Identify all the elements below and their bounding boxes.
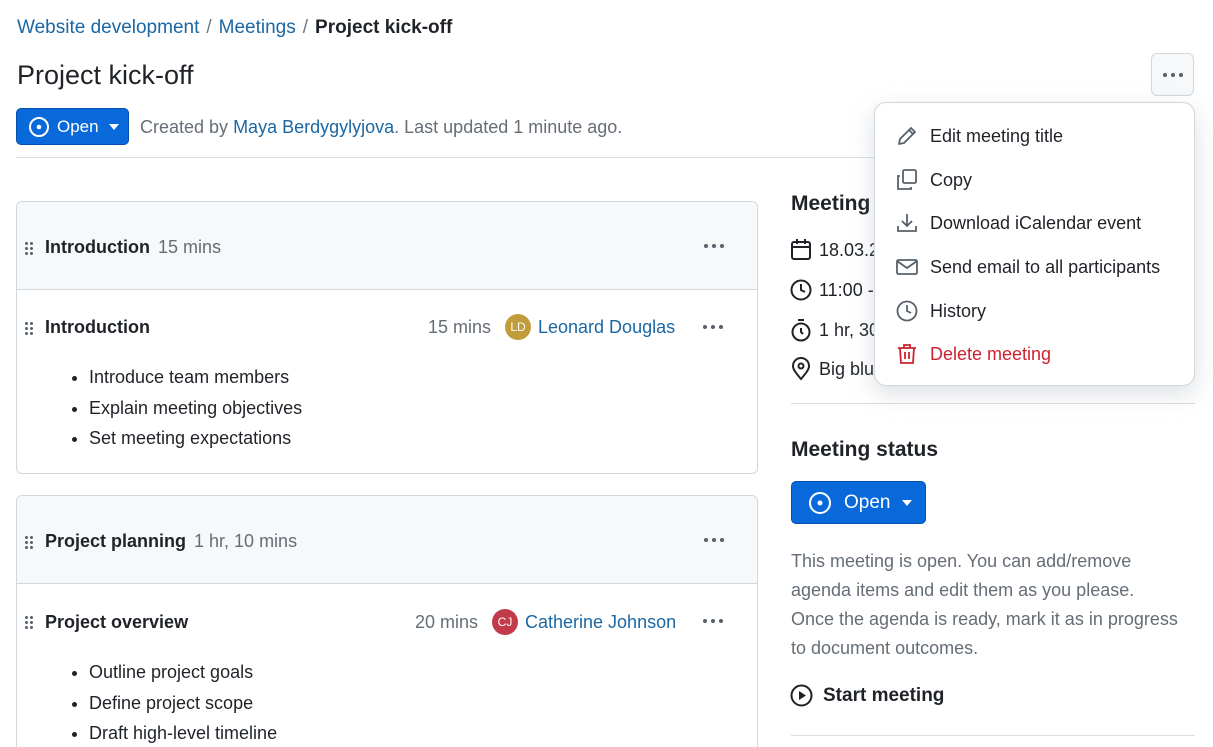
section-actions-icon[interactable] (704, 244, 724, 248)
item-actions-icon[interactable] (703, 325, 723, 329)
section-header: Introduction 15 mins (17, 202, 757, 290)
presenter-link[interactable]: Catherine Johnson (525, 612, 676, 633)
menu-item-download-ical[interactable]: Download iCalendar event (895, 211, 1141, 235)
menu-item-label: Copy (930, 169, 973, 190)
clock-icon (790, 279, 812, 301)
agenda-item: Project overview 20 mins CJ Catherine Jo… (17, 584, 757, 747)
more-actions-button[interactable] (1151, 53, 1194, 96)
menu-item-history[interactable]: History (895, 299, 986, 323)
divider (791, 403, 1195, 404)
caret-down-icon (108, 123, 119, 130)
list-item: Define project scope (89, 688, 277, 719)
stopwatch-icon (791, 319, 811, 342)
item-notes: Outline project goals Define project sco… (89, 657, 277, 747)
menu-item-label: Send email to all participants (930, 256, 1161, 277)
drag-handle-icon[interactable] (25, 242, 34, 255)
status-description: This meeting is open. You can add/remove… (791, 551, 1178, 658)
divider (791, 735, 1195, 736)
status-open-icon (809, 491, 831, 514)
menu-item-copy[interactable]: Copy (895, 168, 972, 192)
caret-down-icon (902, 499, 913, 506)
item-duration: 20 mins (415, 612, 479, 632)
avatar: LD (505, 314, 531, 340)
agenda-item: Introduction 15 mins LD Leonard Douglas … (17, 290, 757, 473)
agenda-section: Introduction 15 mins Introduction 15 mins… (16, 201, 758, 474)
author-link[interactable]: Maya Berdygylyjova (233, 117, 394, 137)
ellipsis-icon (1162, 72, 1183, 77)
item-duration: 15 mins (428, 317, 492, 337)
time-text: 11:00 - (819, 279, 874, 300)
details-heading: Meeting (791, 192, 871, 215)
agenda-section: Project planning 1 hr, 10 mins Project ov… (16, 495, 758, 747)
mail-icon (896, 259, 918, 275)
status-label: Open (57, 116, 99, 136)
list-item: Outline project goals (89, 657, 277, 688)
breadcrumb-current: Project kick-off (315, 17, 453, 38)
meeting-status-button[interactable]: Open (791, 481, 926, 524)
location-text: Big blu (819, 358, 875, 379)
meeting-location: Big blu (790, 357, 874, 381)
trash-icon (898, 344, 916, 364)
list-item: Explain meeting objectives (89, 393, 302, 424)
drag-handle-icon[interactable] (25, 536, 34, 549)
breadcrumb-link-meetings[interactable]: Meetings (219, 17, 296, 39)
copy-icon (897, 169, 917, 190)
section-title: Project planning 1 hr, 10 mins (45, 531, 298, 551)
presenter-link[interactable]: Leonard Douglas (538, 317, 675, 338)
section-duration: 15 mins (157, 237, 222, 257)
meeting-meta: Created by Maya Berdygylyjova. Last upda… (140, 117, 622, 138)
breadcrumb-separator: / (302, 17, 309, 38)
start-meeting-button[interactable]: Start meeting (790, 684, 944, 707)
meeting-date: 18.03.2 (790, 238, 879, 262)
meeting-duration: 1 hr, 30 (790, 318, 879, 342)
breadcrumb-link-project[interactable]: Website development (17, 17, 199, 39)
section-duration: 1 hr, 10 mins (194, 531, 298, 551)
last-updated-text: . Last updated 1 minute ago. (394, 117, 623, 137)
avatar: CJ (492, 609, 518, 635)
breadcrumb: Website development / Meetings / Project… (17, 17, 452, 39)
calendar-icon (791, 239, 811, 260)
menu-item-edit-title[interactable]: Edit meeting title (895, 124, 1063, 148)
pencil-icon (898, 127, 916, 145)
meeting-time: 11:00 - (790, 278, 874, 302)
download-icon (897, 214, 917, 232)
item-title: Introduction (45, 317, 150, 337)
menu-item-delete[interactable]: Delete meeting (895, 342, 1051, 366)
page-title: Project kick-off (17, 60, 194, 90)
list-item: Draft high-level timeline (89, 718, 277, 747)
menu-item-label: Download iCalendar event (930, 212, 1142, 233)
created-by-text: Created by (140, 117, 234, 137)
status-label: Open (844, 491, 891, 513)
menu-item-send-email[interactable]: Send email to all participants (895, 255, 1160, 279)
item-actions-icon[interactable] (703, 619, 723, 623)
date-text: 18.03.2 (819, 239, 880, 260)
drag-handle-icon[interactable] (25, 616, 34, 629)
meeting-status-button[interactable]: Open (16, 108, 129, 145)
menu-item-label: History (930, 300, 987, 321)
status-open-icon (29, 116, 49, 137)
clock-icon (896, 300, 918, 322)
location-pin-icon (791, 357, 811, 381)
play-icon (790, 684, 813, 707)
list-item: Set meeting expectations (89, 423, 302, 454)
section-title: Introduction 15 mins (45, 237, 222, 257)
section-header: Project planning 1 hr, 10 mins (17, 496, 757, 584)
actions-menu: Edit meeting title Copy Download iCalend… (874, 102, 1195, 386)
start-meeting-label: Start meeting (823, 684, 945, 706)
section-actions-icon[interactable] (704, 538, 724, 542)
menu-item-label: Delete meeting (930, 343, 1052, 364)
duration-text: 1 hr, 30 (819, 319, 880, 340)
list-item: Introduce team members (89, 362, 302, 393)
item-title: Project overview (45, 612, 189, 632)
drag-handle-icon[interactable] (25, 322, 34, 335)
breadcrumb-separator: / (206, 17, 212, 38)
meeting-status-heading: Meeting status (791, 438, 939, 461)
menu-item-label: Edit meeting title (930, 125, 1064, 146)
item-notes: Introduce team members Explain meeting o… (89, 362, 302, 454)
